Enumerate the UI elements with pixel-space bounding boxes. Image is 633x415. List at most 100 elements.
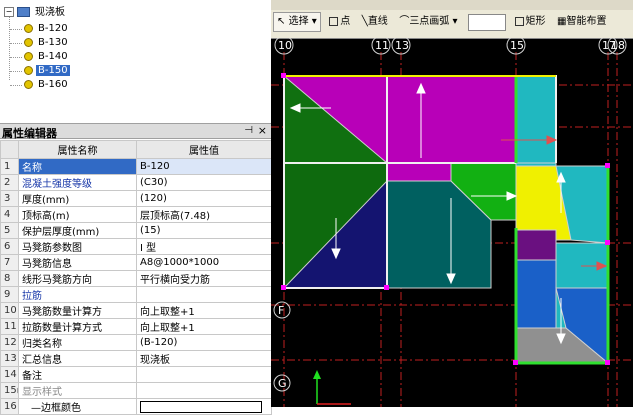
tree-root-label: 现浇板 xyxy=(35,7,65,18)
ucs-icon xyxy=(313,370,351,405)
table-row[interactable]: 10 马凳筋数量计算方 向上取整+1 xyxy=(0,302,272,319)
slab-cyan-ne xyxy=(515,75,557,164)
property-value[interactable] xyxy=(136,366,272,383)
collapse-icon[interactable]: − xyxy=(4,7,14,17)
table-row[interactable]: 2 混凝土强度等级 (C30) xyxy=(0,174,272,191)
property-name: 汇总信息 xyxy=(18,350,137,367)
axis-bubble-f: F xyxy=(273,301,291,319)
property-name: 备注 xyxy=(18,366,137,383)
table-row[interactable]: 13 汇总信息 现浇板 xyxy=(0,350,272,367)
property-value[interactable]: 向上取整+1 xyxy=(136,318,272,335)
property-value[interactable]: (C30) xyxy=(136,174,272,191)
toolbar-row: ↖ 选择 ▾ 点 ╲直线 ⌒三点画弧 ▾ 矩形 ▦智能布置 xyxy=(271,12,609,34)
property-name: 混凝土强度等级 xyxy=(18,174,137,191)
property-grid: 属性名称 属性值 1 名称 B-120 2 混凝土强度等级 (C30) 3 厚度… xyxy=(0,140,272,415)
table-row[interactable]: 11 拉筋数量计算方式 向上取整+1 xyxy=(0,318,272,335)
axis-bubble-g: G xyxy=(273,374,291,392)
slab-blue-s xyxy=(515,259,557,329)
axis-bubble-15: 15 xyxy=(506,38,526,55)
axis-bubble-11: 11 xyxy=(371,38,391,55)
gear-icon xyxy=(24,65,33,75)
svg-text:15: 15 xyxy=(510,39,524,52)
property-name: 线形马凳筋方向 xyxy=(18,270,137,287)
smart-layout-button[interactable]: ▦智能布置 xyxy=(554,13,609,31)
table-row[interactable]: 4 顶标高(m) 层顶标高(7.48) xyxy=(0,206,272,223)
svg-text:18: 18 xyxy=(611,39,625,52)
table-row[interactable]: 15⊟ 显示样式 xyxy=(0,382,272,399)
property-value[interactable]: I 型 xyxy=(136,238,272,255)
svg-text:13: 13 xyxy=(395,39,409,52)
gear-icon xyxy=(24,37,33,47)
property-value[interactable]: (B-120) xyxy=(136,334,272,351)
tree-item-b130[interactable]: B-130 xyxy=(24,36,70,50)
table-row[interactable]: 1 名称 B-120 xyxy=(0,158,272,175)
close-icon[interactable]: × xyxy=(258,124,267,137)
axis-bubble-10: 10 xyxy=(274,38,294,55)
property-value[interactable]: 层顶标高(7.48) xyxy=(136,206,272,223)
drawing-canvas[interactable]: 10 11 13 15 17 18 F G xyxy=(271,38,633,407)
tree-item-b150[interactable]: B-150 xyxy=(24,64,70,78)
rect-icon xyxy=(514,16,524,26)
folder-icon xyxy=(17,7,30,17)
toolbar-top-strip xyxy=(271,0,633,10)
property-value[interactable] xyxy=(136,286,272,303)
property-name: 厚度(mm) xyxy=(18,190,137,207)
property-panel-header: 属性编辑器 ⊣ × xyxy=(0,123,271,140)
gear-icon xyxy=(24,79,33,89)
property-value[interactable]: 向上取整+1 xyxy=(136,302,272,319)
property-name: 马凳筋参数图 xyxy=(18,238,137,255)
cad-view: ↖ 选择 ▾ 点 ╲直线 ⌒三点画弧 ▾ 矩形 ▦智能布置 10 11 13 1… xyxy=(271,0,633,407)
arc-mode-select[interactable] xyxy=(468,13,507,31)
property-value[interactable]: 现浇板 xyxy=(136,350,272,367)
point-button[interactable]: 点 xyxy=(326,13,353,31)
axis-bubble-18: 18 xyxy=(607,38,627,55)
svg-text:G: G xyxy=(278,377,287,390)
table-row[interactable]: 7 马凳筋信息 A8@1000*1000 xyxy=(0,254,272,271)
table-row[interactable]: 9 拉筋 xyxy=(0,286,272,303)
select-button[interactable]: ↖ 选择 ▾ xyxy=(273,12,321,32)
property-value[interactable]: B-120 xyxy=(136,158,272,175)
component-tree: − 现浇板 B-120 B-130 B-140 B-150 B-160 xyxy=(0,0,272,119)
table-row[interactable]: 6 马凳筋参数图 I 型 xyxy=(0,238,272,255)
svg-text:F: F xyxy=(278,304,284,317)
table-row[interactable]: 8 线形马凳筋方向 平行横向受力筋 xyxy=(0,270,272,287)
property-name: 归类名称 xyxy=(18,334,137,351)
col-header-name: 属性名称 xyxy=(18,140,137,159)
panel-title: 属性编辑器 xyxy=(2,127,57,140)
property-value[interactable]: (120) xyxy=(136,190,272,207)
pin-icon[interactable]: ⊣ xyxy=(244,125,253,136)
property-value[interactable]: (15) xyxy=(136,222,272,239)
tree-item-b120[interactable]: B-120 xyxy=(24,22,70,36)
tree-item-b160[interactable]: B-160 xyxy=(24,78,70,92)
gear-icon xyxy=(24,23,33,33)
table-row[interactable]: 12 归类名称 (B-120) xyxy=(0,334,272,351)
svg-text:11: 11 xyxy=(375,39,389,52)
drawing-toolbar: ↖ 选择 ▾ 点 ╲直线 ⌒三点画弧 ▾ 矩形 ▦智能布置 xyxy=(271,0,633,39)
axis-bubble-13: 13 xyxy=(391,38,411,55)
property-name: 马凳筋数量计算方 xyxy=(18,302,137,319)
arc-button[interactable]: ⌒三点画弧 ▾ xyxy=(396,13,460,31)
tree-item-b140[interactable]: B-140 xyxy=(24,50,70,64)
table-row[interactable]: 5 保护层厚度(mm) (15) xyxy=(0,222,272,239)
rect-button[interactable]: 矩形 xyxy=(512,13,549,31)
property-name: 拉筋数量计算方式 xyxy=(18,318,137,335)
property-value[interactable]: 平行横向受力筋 xyxy=(136,270,272,287)
property-name: 马凳筋信息 xyxy=(18,254,137,271)
line-button[interactable]: ╲直线 xyxy=(359,13,391,31)
corner-cell xyxy=(0,140,19,159)
gear-icon xyxy=(24,51,33,61)
tree-root[interactable]: − 现浇板 xyxy=(4,6,67,20)
property-name: 名称 xyxy=(18,158,137,175)
property-name: 顶标高(m) xyxy=(18,206,137,223)
property-value[interactable]: A8@1000*1000 xyxy=(136,254,272,271)
point-icon xyxy=(329,16,339,26)
group-row-toggle[interactable]: 15⊟ xyxy=(0,382,19,399)
col-header-value: 属性值 xyxy=(136,140,272,159)
property-value[interactable] xyxy=(136,382,272,399)
table-row[interactable]: 3 厚度(mm) (120) xyxy=(0,190,272,207)
property-name: 保护层厚度(mm) xyxy=(18,222,137,239)
property-name: 显示样式 xyxy=(18,382,137,399)
table-row[interactable]: 14 备注 xyxy=(0,366,272,383)
arc-icon: ⌒ xyxy=(399,16,410,27)
property-name: 拉筋 xyxy=(18,286,137,303)
